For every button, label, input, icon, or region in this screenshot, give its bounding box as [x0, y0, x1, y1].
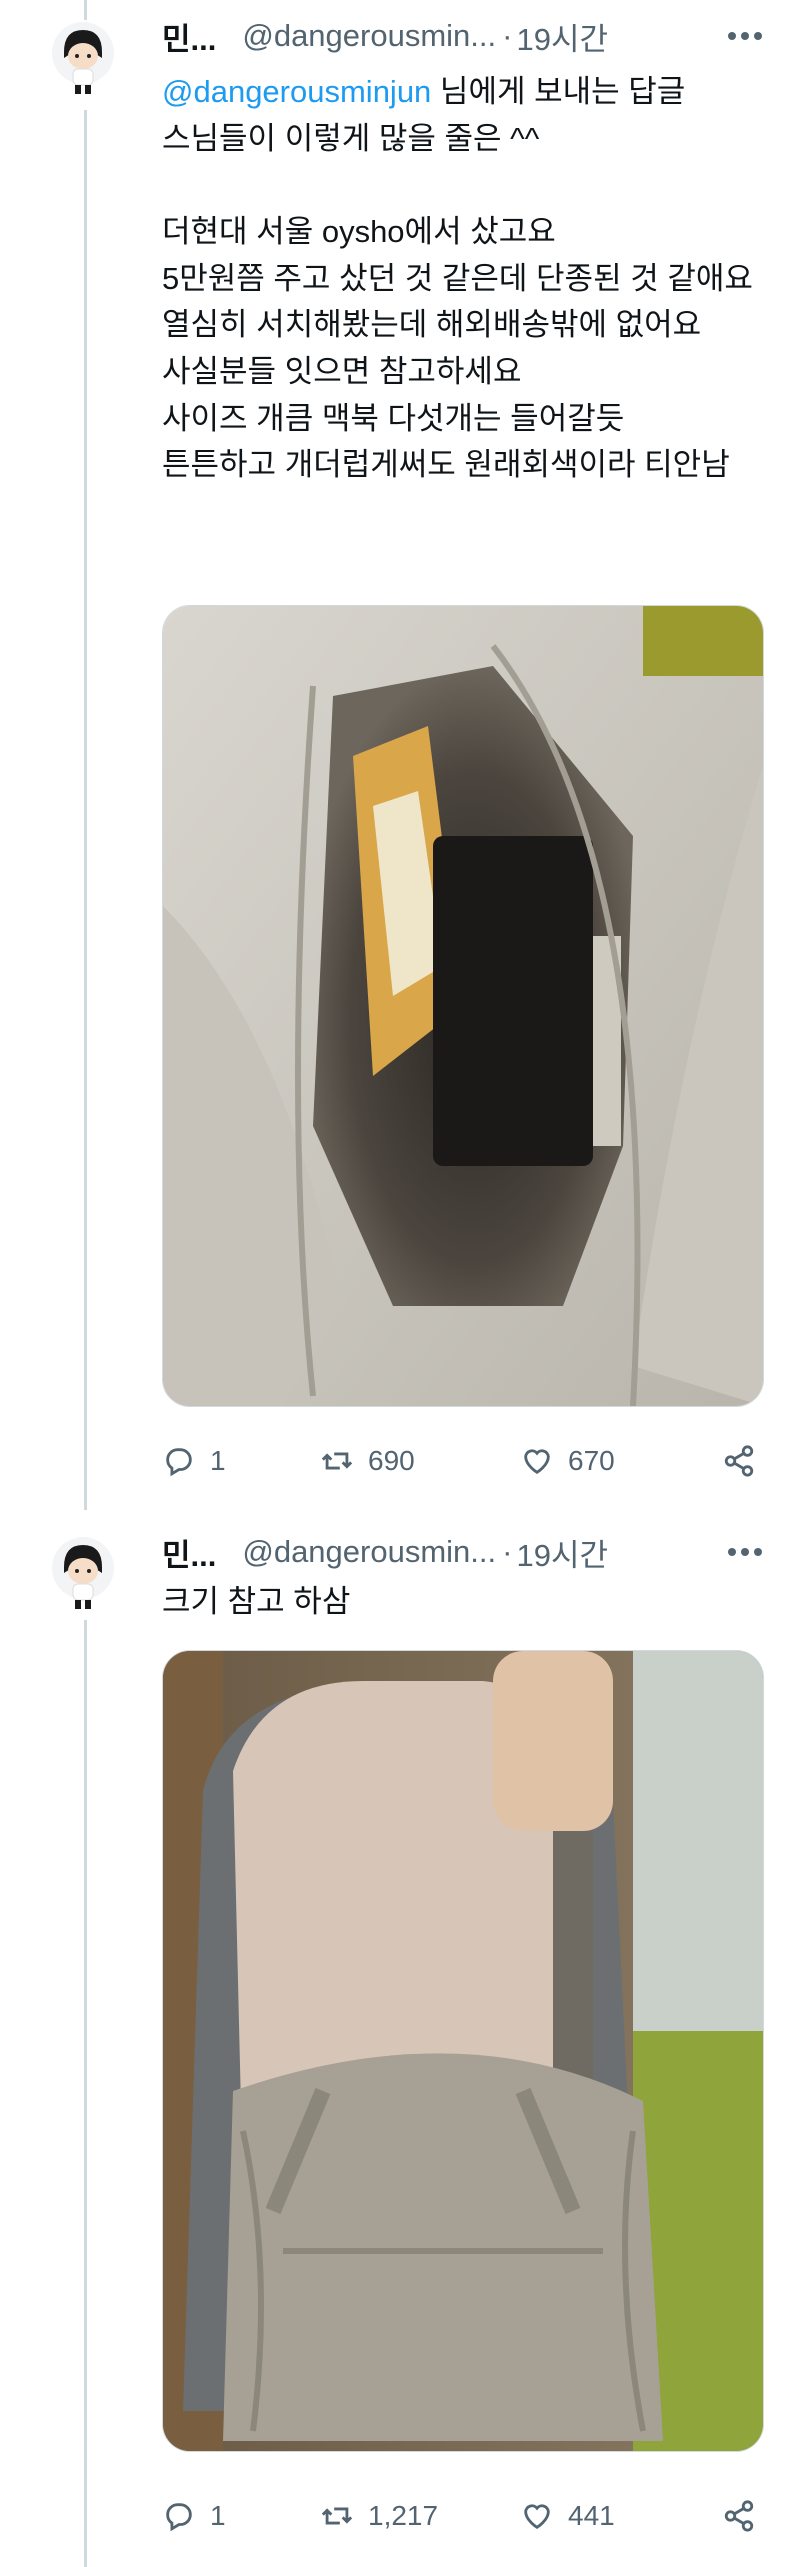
more-button[interactable]	[722, 1532, 768, 1572]
like-button[interactable]: 441	[520, 2491, 615, 2541]
reply-icon	[166, 2503, 192, 2532]
like-count: 441	[568, 2500, 615, 2531]
tweet-1[interactable]: 민... @dangerousmin... · 19시간 @dangerousm…	[0, 0, 800, 1515]
like-button[interactable]: 670	[520, 1436, 615, 1486]
separator: ·	[502, 1534, 513, 1569]
tweet-text: 스님들이 이렇게 많을 줄은 ^^ 더현대 서울 oysho에서 샀고요 5만원…	[162, 121, 753, 483]
display-name[interactable]: 민...	[162, 14, 216, 59]
timestamp[interactable]: 19시간	[516, 1530, 608, 1575]
user-handle[interactable]: @dangerousmin...	[242, 1534, 496, 1570]
retweet-icon	[321, 1452, 353, 1470]
like-count: 670	[568, 1445, 615, 1476]
more-icon	[728, 1548, 762, 1556]
reply-count: 1	[210, 1445, 226, 1476]
tweet-image-bag-size[interactable]	[162, 1650, 764, 2452]
retweet-count: 1,217	[368, 2500, 439, 2531]
reply-button[interactable]: 1	[162, 1436, 226, 1486]
reply-button[interactable]: 1	[162, 2491, 226, 2541]
timestamp[interactable]: 19시간	[516, 14, 608, 59]
retweet-button[interactable]: 690	[320, 1436, 415, 1486]
retweet-button[interactable]: 1,217	[320, 2491, 438, 2541]
share-icon	[724, 1445, 754, 1477]
share-button[interactable]	[722, 2491, 756, 2541]
replying-to: @dangerousminjun 님에게 보내는 답글	[162, 66, 685, 111]
avatar-figure-icon	[52, 22, 114, 94]
tweet-image-bag-inside[interactable]	[162, 605, 764, 1407]
avatar[interactable]	[52, 1537, 114, 1611]
display-name[interactable]: 민...	[162, 1530, 216, 1575]
avatar[interactable]	[52, 22, 114, 96]
tweet-actions: 1 1,217 441	[162, 2491, 772, 2541]
replying-suffix: 님에게 보내는 답글	[431, 74, 686, 109]
reply-count: 1	[210, 2500, 226, 2531]
avatar-figure-icon	[52, 1537, 114, 1609]
reply-icon	[166, 1448, 192, 1477]
bag-size-photo	[163, 1651, 763, 2451]
user-handle[interactable]: @dangerousmin...	[242, 18, 496, 54]
replying-mention-link[interactable]: @dangerousminjun	[162, 74, 431, 109]
heart-icon	[524, 1449, 550, 1475]
tweet-text: 크기 참고 하삼	[162, 1584, 351, 1619]
more-button[interactable]	[722, 16, 768, 56]
more-icon	[728, 32, 762, 40]
tweet-header: 민... @dangerousmin... · 19시간	[162, 1530, 608, 1575]
retweet-count: 690	[368, 1445, 415, 1476]
separator: ·	[502, 18, 513, 53]
retweet-icon	[321, 2507, 353, 2525]
share-button[interactable]	[722, 1436, 756, 1486]
heart-icon	[524, 2504, 550, 2530]
share-icon	[724, 2500, 754, 2532]
bag-interior-photo	[163, 606, 763, 1406]
tweet-2[interactable]: 민... @dangerousmin... · 19시간 크기 참고 하삼 1 …	[0, 1515, 800, 2567]
tweet-actions: 1 690 670	[162, 1436, 772, 1486]
tweet-header: 민... @dangerousmin... · 19시간	[162, 14, 608, 59]
